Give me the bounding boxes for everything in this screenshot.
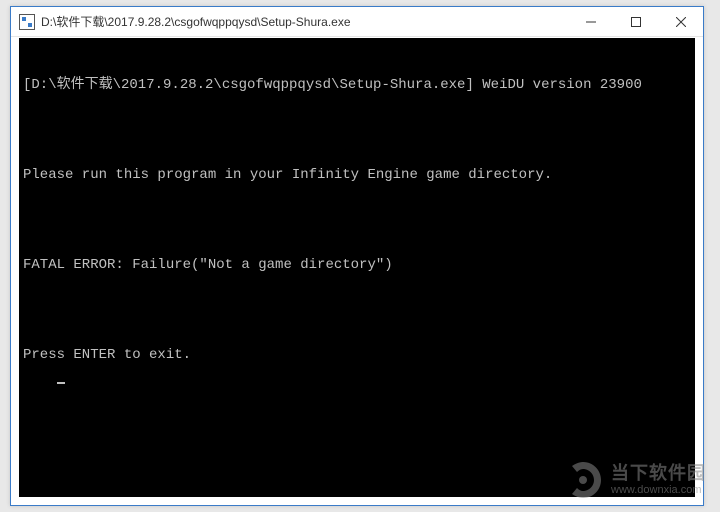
window-title: D:\软件下载\2017.9.28.2\csgofwqppqysd\Setup-… — [41, 13, 568, 30]
app-icon — [19, 14, 35, 30]
console-line: Press ENTER to exit. — [23, 346, 691, 364]
text-cursor — [57, 382, 65, 384]
console-output[interactable]: [D:\软件下载\2017.9.28.2\csgofwqppqysd\Setup… — [19, 38, 695, 497]
console-line: Please run this program in your Infinity… — [23, 166, 691, 184]
minimize-button[interactable] — [568, 7, 613, 36]
window-controls — [568, 7, 703, 36]
console-line: [D:\软件下载\2017.9.28.2\csgofwqppqysd\Setup… — [23, 76, 691, 94]
console-window: D:\软件下载\2017.9.28.2\csgofwqppqysd\Setup-… — [10, 6, 704, 506]
maximize-button[interactable] — [613, 7, 658, 36]
close-button[interactable] — [658, 7, 703, 36]
titlebar[interactable]: D:\软件下载\2017.9.28.2\csgofwqppqysd\Setup-… — [11, 7, 703, 37]
console-line: FATAL ERROR: Failure("Not a game directo… — [23, 256, 691, 274]
